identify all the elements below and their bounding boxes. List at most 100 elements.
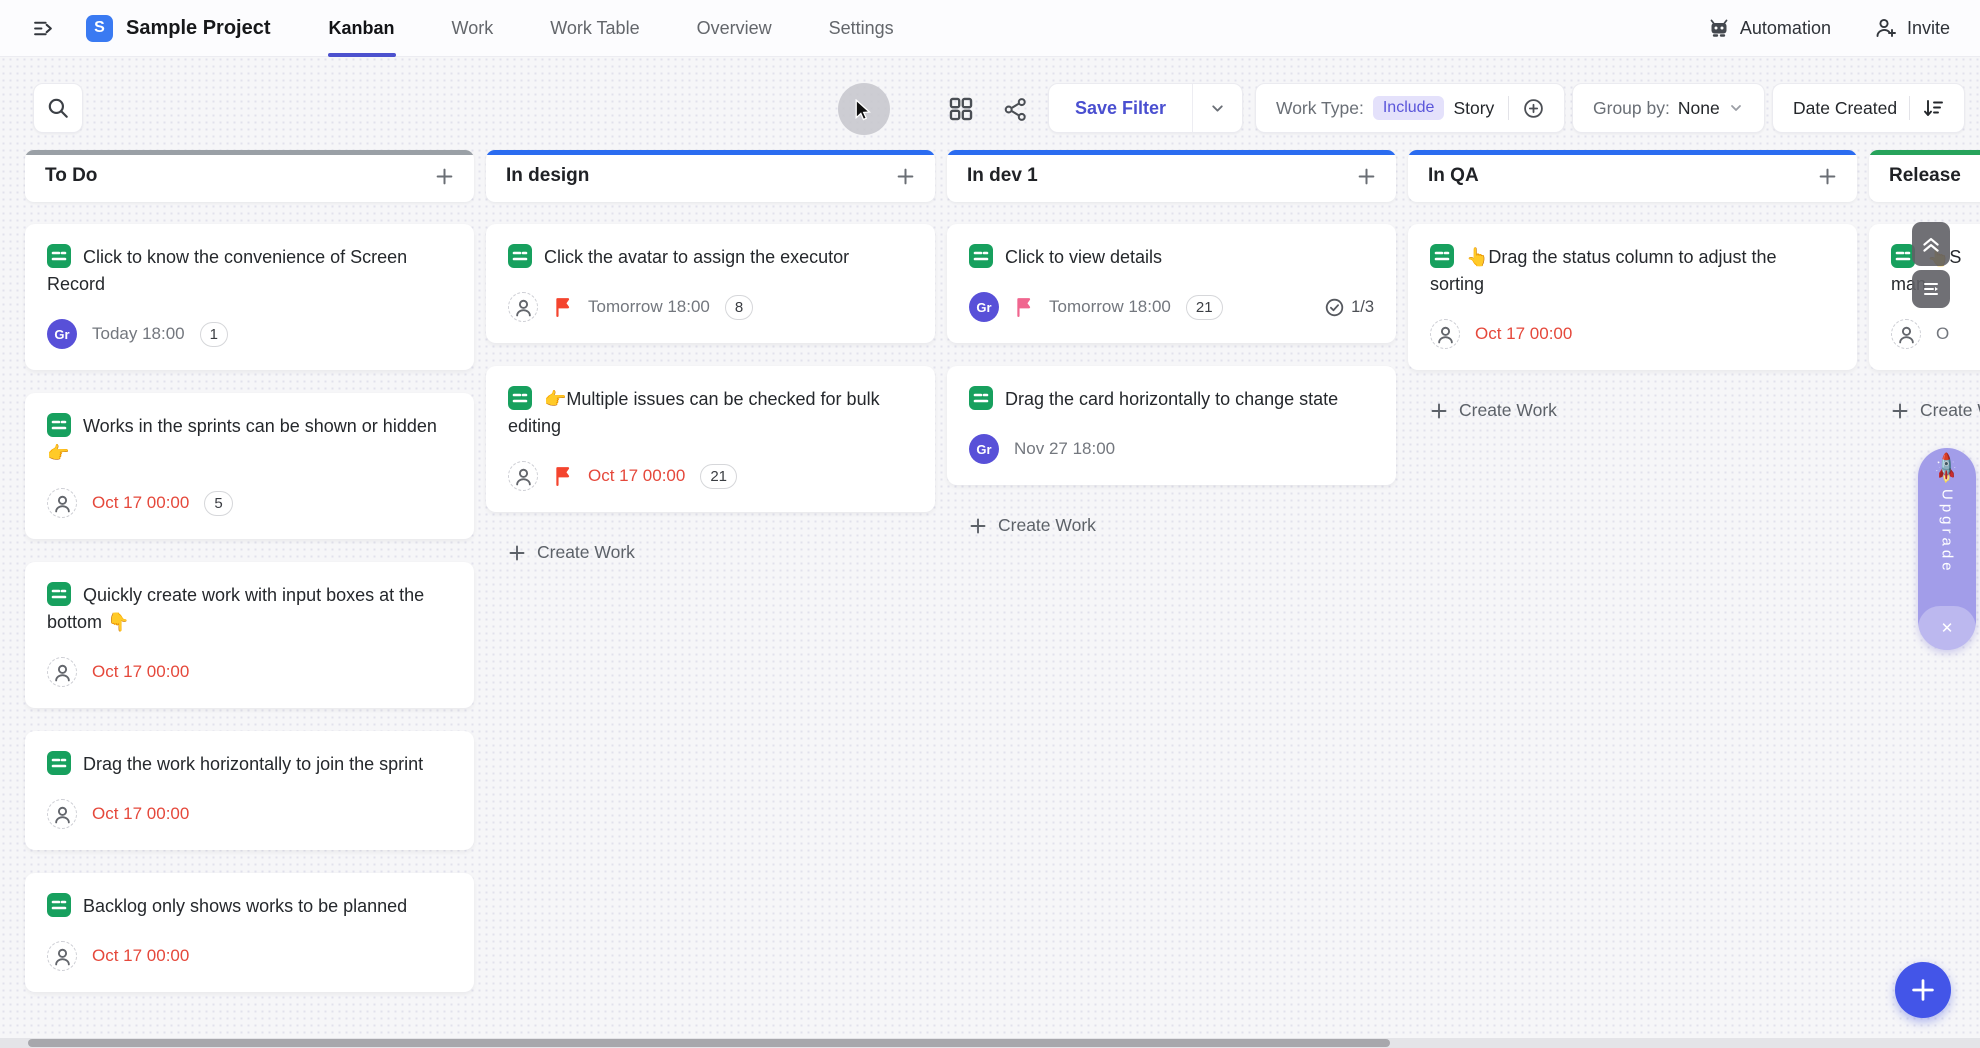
top-navigation-bar: S Sample Project Kanban Work Work Table … — [0, 0, 1980, 57]
project-logo[interactable]: S — [86, 15, 113, 42]
sidebar-toggle-icon[interactable] — [30, 15, 56, 41]
chevron-down-icon — [1209, 100, 1226, 117]
story-icon — [47, 751, 71, 775]
close-upgrade-button[interactable]: ✕ — [1918, 606, 1976, 650]
count-badge: 8 — [725, 295, 753, 320]
assignee-placeholder-icon[interactable] — [1891, 319, 1921, 349]
tab-work[interactable]: Work — [452, 0, 494, 57]
tab-settings[interactable]: Settings — [829, 0, 894, 57]
horizontal-scrollbar-track[interactable] — [0, 1038, 1980, 1048]
due-date: Oct 17 00:00 — [92, 946, 189, 966]
board-view-button[interactable] — [946, 94, 976, 124]
due-date: Today 18:00 — [92, 324, 185, 344]
story-icon — [1430, 244, 1454, 268]
column-in-qa: In QA 👆Drag the status column to adjust … — [1408, 150, 1857, 421]
assignee-placeholder-icon[interactable] — [1430, 319, 1460, 349]
assignee-placeholder-icon[interactable] — [47, 941, 77, 971]
story-icon — [47, 582, 71, 606]
create-work-button[interactable]: Create Work — [1408, 400, 1857, 421]
edge-controls — [1912, 222, 1950, 308]
collapse-columns-button[interactable] — [1912, 270, 1950, 308]
project-name: Sample Project — [126, 17, 271, 40]
horizontal-scrollbar-thumb[interactable] — [28, 1039, 1390, 1047]
view-tabs: Kanban Work Work Table Overview Settings — [329, 0, 894, 57]
due-date: Oct 17 00:00 — [92, 662, 189, 682]
subtask-progress: 1/3 — [1325, 298, 1374, 317]
grid-icon — [948, 96, 974, 122]
work-card[interactable]: Quickly create work with input boxes at … — [25, 562, 474, 708]
work-card[interactable]: Works in the sprints can be shown or hid… — [25, 393, 474, 539]
work-card[interactable]: Drag the card horizontally to change sta… — [947, 366, 1396, 485]
due-date: Oct 17 00:00 — [588, 466, 685, 486]
column-header: To Do — [25, 150, 474, 202]
plus-icon — [1430, 402, 1448, 420]
due-date: Oct 17 00:00 — [92, 804, 189, 824]
due-date: O — [1936, 324, 1949, 344]
save-filter-caret-button[interactable] — [1192, 84, 1242, 132]
work-card[interactable]: Backlog only shows works to be planned O… — [25, 873, 474, 992]
count-badge: 21 — [700, 464, 737, 489]
column-stripe — [1869, 150, 1980, 155]
add-work-button[interactable] — [896, 167, 915, 186]
assignee-avatar[interactable]: Gr — [47, 319, 77, 349]
search-icon — [46, 96, 70, 120]
plus-icon — [508, 544, 526, 562]
priority-flag-icon — [553, 466, 573, 486]
invite-button[interactable]: Invite — [1875, 17, 1950, 39]
column-header: In QA — [1408, 150, 1857, 202]
chevron-down-icon — [1728, 100, 1744, 116]
column-header: In design — [486, 150, 935, 202]
upgrade-ribbon[interactable]: 🚀 Upgrade ✕ — [1918, 448, 1976, 650]
cursor-arrow-icon — [854, 99, 876, 121]
sort-button[interactable]: Date Created — [1772, 83, 1965, 133]
assignee-placeholder-icon[interactable] — [47, 488, 77, 518]
create-work-button[interactable]: Create Work — [1869, 400, 1980, 421]
count-badge: 1 — [200, 322, 228, 347]
plus-icon — [969, 517, 987, 535]
save-filter-button[interactable]: Save Filter — [1049, 98, 1192, 119]
assignee-placeholder-icon[interactable] — [508, 292, 538, 322]
tab-kanban[interactable]: Kanban — [329, 0, 395, 57]
add-work-button[interactable] — [435, 167, 454, 186]
column-in-dev-1: In dev 1 Click to view details Gr Tomorr… — [947, 150, 1396, 536]
scroll-to-top-button[interactable] — [1912, 222, 1950, 266]
fold-list-icon — [1921, 279, 1941, 299]
group-by-dropdown[interactable]: Group by: None — [1572, 83, 1765, 133]
add-work-button[interactable] — [1818, 167, 1837, 186]
story-icon — [47, 413, 71, 437]
search-button[interactable] — [33, 83, 83, 133]
assignee-placeholder-icon[interactable] — [508, 461, 538, 491]
cursor-highlight — [838, 83, 890, 135]
create-work-fab[interactable] — [1895, 962, 1951, 1018]
work-card[interactable]: 👉Multiple issues can be checked for bulk… — [486, 366, 935, 512]
work-card[interactable]: Drag the work horizontally to join the s… — [25, 731, 474, 850]
work-type-filter[interactable]: Work Type: Include Story — [1255, 83, 1565, 133]
work-card[interactable]: 👆Drag the status column to adjust the so… — [1408, 224, 1857, 370]
story-icon — [47, 893, 71, 917]
create-work-button[interactable]: Create Work — [486, 542, 935, 563]
robot-icon — [1708, 17, 1730, 39]
column-stripe — [1408, 150, 1857, 155]
work-card[interactable]: Click the avatar to assign the executor … — [486, 224, 935, 343]
share-button[interactable] — [1000, 94, 1030, 124]
column-todo: To Do Click to know the convenience of S… — [25, 150, 474, 1015]
plus-icon — [435, 167, 454, 186]
assignee-placeholder-icon[interactable] — [47, 799, 77, 829]
tab-overview[interactable]: Overview — [697, 0, 772, 57]
story-icon — [47, 244, 71, 268]
column-stripe — [486, 150, 935, 155]
plus-icon — [1891, 402, 1909, 420]
assignee-placeholder-icon[interactable] — [47, 657, 77, 687]
add-filter-icon[interactable] — [1523, 98, 1544, 119]
automation-button[interactable]: Automation — [1708, 17, 1831, 39]
assignee-avatar[interactable]: Gr — [969, 292, 999, 322]
add-work-button[interactable] — [1357, 167, 1376, 186]
assignee-avatar[interactable]: Gr — [969, 434, 999, 464]
create-work-button[interactable]: Create Work — [947, 515, 1396, 536]
plus-icon — [1357, 167, 1376, 186]
tab-work-table[interactable]: Work Table — [550, 0, 639, 57]
due-date: Nov 27 18:00 — [1014, 439, 1115, 459]
kanban-app: S Sample Project Kanban Work Work Table … — [0, 0, 1980, 1048]
work-card[interactable]: Click to know the convenience of Screen … — [25, 224, 474, 370]
work-card[interactable]: Click to view details Gr Tomorrow 18:00 … — [947, 224, 1396, 343]
